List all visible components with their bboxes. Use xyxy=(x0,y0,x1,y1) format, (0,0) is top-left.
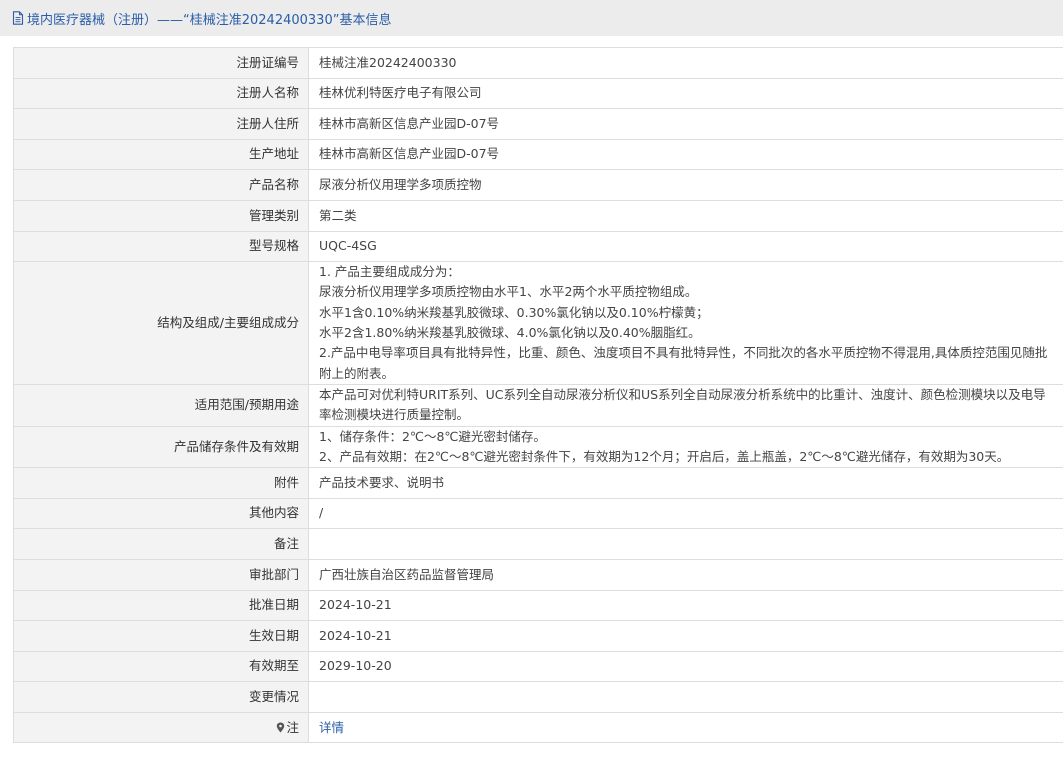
row-label: 生产地址 xyxy=(13,138,309,171)
table-row: 附件 产品技术要求、说明书 xyxy=(13,467,1063,499)
management-class-value: 第二类 xyxy=(308,199,1063,232)
row-label: 有效期至 xyxy=(13,650,309,683)
row-label: 注册人名称 xyxy=(13,77,309,110)
table-row: 注册证编号 桂械注准20242400330 xyxy=(13,47,1063,79)
table-row: 变更情况 xyxy=(13,681,1063,713)
row-label: 产品储存条件及有效期 xyxy=(13,425,309,469)
table-row: 有效期至 2029-10-20 xyxy=(13,650,1063,683)
row-label: 备注 xyxy=(13,528,309,560)
row-label: 附件 xyxy=(13,467,309,499)
attachments-value: 产品技术要求、说明书 xyxy=(308,467,1063,499)
registrant-address-value: 桂林市高新区信息产业园D-07号 xyxy=(308,108,1063,140)
row-label: 审批部门 xyxy=(13,558,309,591)
page-title: 境内医疗器械（注册）——“桂械注准20242400330”基本信息 xyxy=(27,12,392,28)
table-row: 其他内容 / xyxy=(13,497,1063,530)
table-row: 结构及组成/主要组成成分 1. 产品主要组成成分为： 尿液分析仪用理学多项质控物… xyxy=(13,261,1063,385)
table-row: 管理类别 第二类 xyxy=(13,199,1063,232)
row-label: 变更情况 xyxy=(13,681,309,713)
registration-number-value: 桂械注准20242400330 xyxy=(308,47,1063,79)
registrant-name-value: 桂林优利特医疗电子有限公司 xyxy=(308,77,1063,110)
table-row: 产品名称 尿液分析仪用理学多项质控物 xyxy=(13,169,1063,201)
composition-line: 水平2含1.80%纳米羧基乳胶微球、4.0%氯化钠以及0.40%胭脂红。 xyxy=(319,325,701,341)
other-content-value: / xyxy=(308,497,1063,530)
effective-date-value: 2024-10-21 xyxy=(308,620,1063,652)
table-row: 生产地址 桂林市高新区信息产业园D-07号 xyxy=(13,138,1063,171)
table-row: 生效日期 2024-10-21 xyxy=(13,620,1063,652)
changes-value xyxy=(308,681,1063,713)
valid-until-value: 2029-10-20 xyxy=(308,650,1063,683)
row-label: 产品名称 xyxy=(13,169,309,201)
row-label: 其他内容 xyxy=(13,497,309,530)
production-address-value: 桂林市高新区信息产业园D-07号 xyxy=(308,138,1063,171)
composition-line: 尿液分析仪用理学多项质控物由水平1、水平2两个水平质控物组成。 xyxy=(319,284,698,300)
details-link[interactable]: 详情 xyxy=(319,720,344,735)
row-label: 结构及组成/主要组成成分 xyxy=(13,261,309,385)
storage-line: 2、产品有效期：在2℃～8℃避光密封条件下，有效期为12个月；开启后，盖上瓶盖，… xyxy=(319,448,1010,464)
composition-line: 2.产品中电导率项目具有批特异性，比重、颜色、浊度项目不具有批特异性，不同批次的… xyxy=(319,345,1048,381)
remarks-value xyxy=(308,528,1063,560)
table-row: 注册人住所 桂林市高新区信息产业园D-07号 xyxy=(13,108,1063,140)
row-label: 注册证编号 xyxy=(13,47,309,79)
note-label: 注 xyxy=(286,719,299,735)
row-label: 注册人住所 xyxy=(13,108,309,140)
approval-department-value: 广西壮族自治区药品监督管理局 xyxy=(308,558,1063,591)
row-label: 适用范围/预期用途 xyxy=(13,383,309,427)
table-row: 备注 xyxy=(13,528,1063,560)
product-name-value: 尿液分析仪用理学多项质控物 xyxy=(308,169,1063,201)
pin-icon xyxy=(276,719,285,733)
row-label: 管理类别 xyxy=(13,199,309,232)
table-row: 注 详情 xyxy=(13,711,1063,744)
note-label-cell: 注 xyxy=(13,711,309,744)
storage-value: 1、储存条件：2℃～8℃避光密封储存。 2、产品有效期：在2℃～8℃避光密封条件… xyxy=(308,425,1063,469)
table-row: 型号规格 UQC-4SG xyxy=(13,230,1063,263)
page-header: 境内医疗器械（注册）——“桂械注准20242400330”基本信息 xyxy=(0,0,1063,36)
table-row: 产品储存条件及有效期 1、储存条件：2℃～8℃避光密封储存。 2、产品有效期：在… xyxy=(13,425,1063,469)
document-icon xyxy=(12,11,24,25)
composition-value: 1. 产品主要组成成分为： 尿液分析仪用理学多项质控物由水平1、水平2两个水平质… xyxy=(308,261,1063,385)
table-row: 注册人名称 桂林优利特医疗电子有限公司 xyxy=(13,77,1063,110)
composition-line: 1. 产品主要组成成分为： xyxy=(319,264,460,280)
row-label: 型号规格 xyxy=(13,230,309,263)
table-row: 适用范围/预期用途 本产品可对优利特URIT系列、UC系列全自动尿液分析仪和US… xyxy=(13,383,1063,427)
table-row: 审批部门 广西壮族自治区药品监督管理局 xyxy=(13,558,1063,591)
approval-date-value: 2024-10-21 xyxy=(308,589,1063,622)
row-label: 批准日期 xyxy=(13,589,309,622)
model-value: UQC-4SG xyxy=(308,230,1063,263)
registration-info-table: 注册证编号 桂械注准20242400330 注册人名称 桂林优利特医疗电子有限公… xyxy=(13,47,1063,744)
scope-value: 本产品可对优利特URIT系列、UC系列全自动尿液分析仪和US系列全自动尿液分析系… xyxy=(308,383,1063,427)
row-label: 生效日期 xyxy=(13,620,309,652)
note-value: 详情 xyxy=(308,711,1063,744)
storage-line: 1、储存条件：2℃～8℃避光密封储存。 xyxy=(319,428,546,444)
table-row: 批准日期 2024-10-21 xyxy=(13,589,1063,622)
composition-line: 水平1含0.10%纳米羧基乳胶微球、0.30%氯化钠以及0.10%柠檬黄； xyxy=(319,304,709,320)
